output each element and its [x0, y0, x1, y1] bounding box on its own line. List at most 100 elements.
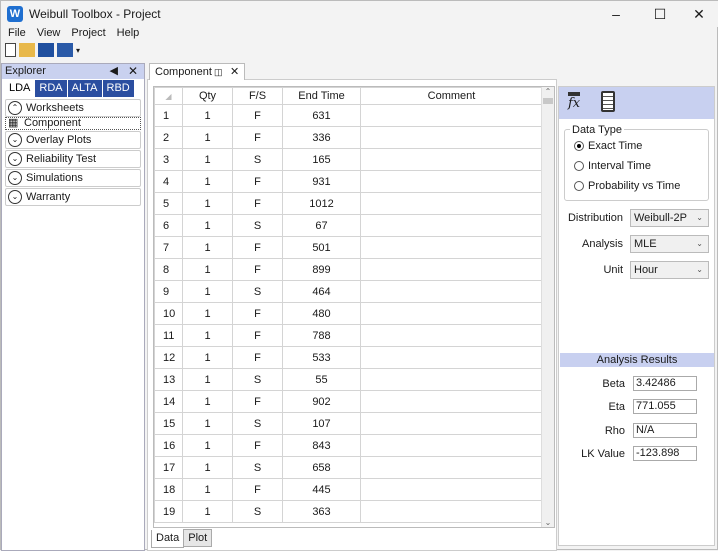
worksheet-component[interactable]: ▦ Component: [5, 117, 141, 130]
qty-cell[interactable]: 1: [182, 500, 233, 523]
qty-cell[interactable]: 1: [182, 324, 233, 347]
end-time-cell[interactable]: 788: [282, 324, 361, 347]
table-row[interactable]: 9 1 S 464: [154, 280, 543, 303]
unit-select[interactable]: Hour ⌄: [630, 261, 709, 279]
fs-cell[interactable]: F: [232, 104, 283, 127]
comment-cell[interactable]: [360, 258, 543, 281]
table-row[interactable]: 3 1 S 165: [154, 148, 543, 171]
comment-cell[interactable]: [360, 104, 543, 127]
beta-field[interactable]: 3.42486: [633, 376, 697, 391]
qty-cell[interactable]: 1: [182, 258, 233, 281]
qty-cell[interactable]: 1: [182, 412, 233, 435]
row-number[interactable]: 16: [154, 434, 183, 457]
float-icon[interactable]: ◫: [214, 64, 223, 80]
table-row[interactable]: 13 1 S 55: [154, 368, 543, 391]
qty-cell[interactable]: 1: [182, 170, 233, 193]
fs-cell[interactable]: F: [232, 302, 283, 325]
fs-cell[interactable]: S: [232, 456, 283, 479]
table-row[interactable]: 7 1 F 501: [154, 236, 543, 259]
tab-lda[interactable]: LDA: [5, 80, 35, 97]
tab-close-icon[interactable]: ✕: [230, 64, 239, 80]
qty-cell[interactable]: 1: [182, 236, 233, 259]
end-time-cell[interactable]: 1012: [282, 192, 361, 215]
end-time-cell[interactable]: 464: [282, 280, 361, 303]
tab-rda[interactable]: RDA: [35, 80, 67, 97]
comment-cell[interactable]: [360, 236, 543, 259]
radio-exact-time[interactable]: Exact Time: [574, 139, 704, 153]
menu-project[interactable]: Project: [71, 27, 105, 39]
comment-cell[interactable]: [360, 390, 543, 413]
group-worksheets[interactable]: ⌃ Worksheets: [5, 99, 141, 117]
row-number[interactable]: 19: [154, 500, 183, 523]
end-time-cell[interactable]: 658: [282, 456, 361, 479]
fs-cell[interactable]: F: [232, 236, 283, 259]
radio-probability-vs-time[interactable]: Probability vs Time: [574, 179, 704, 193]
qty-cell[interactable]: 1: [182, 148, 233, 171]
col-header-comment[interactable]: Comment: [360, 87, 543, 105]
col-header-end-time[interactable]: End Time: [282, 87, 361, 105]
row-number[interactable]: 17: [154, 456, 183, 479]
comment-cell[interactable]: [360, 148, 543, 171]
qty-cell[interactable]: 1: [182, 456, 233, 479]
row-number[interactable]: 5: [154, 192, 183, 215]
end-time-cell[interactable]: 902: [282, 390, 361, 413]
menu-file[interactable]: File: [8, 27, 26, 39]
qty-cell[interactable]: 1: [182, 214, 233, 237]
group-reliability-test[interactable]: ⌄ Reliability Test: [5, 150, 141, 168]
qty-cell[interactable]: 1: [182, 434, 233, 457]
comment-cell[interactable]: [360, 456, 543, 479]
comment-cell[interactable]: [360, 192, 543, 215]
new-icon[interactable]: [5, 43, 16, 57]
end-time-cell[interactable]: 445: [282, 478, 361, 501]
end-time-cell[interactable]: 55: [282, 368, 361, 391]
function-icon[interactable]: fx: [568, 92, 581, 111]
qty-cell[interactable]: 1: [182, 478, 233, 501]
fs-cell[interactable]: S: [232, 500, 283, 523]
comment-cell[interactable]: [360, 324, 543, 347]
fs-cell[interactable]: F: [232, 126, 283, 149]
table-row[interactable]: 11 1 F 788: [154, 324, 543, 347]
group-overlay-plots[interactable]: ⌄ Overlay Plots: [5, 131, 141, 149]
distribution-select[interactable]: Weibull-2P ⌄: [630, 209, 709, 227]
end-time-cell[interactable]: 480: [282, 302, 361, 325]
scroll-thumb[interactable]: [543, 98, 553, 104]
close-button[interactable]: ✕: [684, 5, 714, 23]
fs-cell[interactable]: S: [232, 214, 283, 237]
end-time-cell[interactable]: 107: [282, 412, 361, 435]
comment-cell[interactable]: [360, 412, 543, 435]
col-header-fs[interactable]: F/S: [232, 87, 283, 105]
rho-field[interactable]: N/A: [633, 423, 697, 438]
eta-field[interactable]: 771.055: [633, 399, 697, 414]
collapse-icon[interactable]: ◀: [110, 64, 118, 79]
calculator-icon[interactable]: [601, 91, 615, 112]
menu-view[interactable]: View: [37, 27, 61, 39]
table-row[interactable]: 4 1 F 931: [154, 170, 543, 193]
row-number[interactable]: 9: [154, 280, 183, 303]
qty-cell[interactable]: 1: [182, 280, 233, 303]
close-icon[interactable]: ✕: [128, 64, 138, 79]
comment-cell[interactable]: [360, 170, 543, 193]
table-row[interactable]: 12 1 F 533: [154, 346, 543, 369]
scroll-up-icon[interactable]: ⌃: [542, 87, 554, 96]
row-number[interactable]: 4: [154, 170, 183, 193]
table-row[interactable]: 14 1 F 902: [154, 390, 543, 413]
fs-cell[interactable]: F: [232, 258, 283, 281]
table-row[interactable]: 16 1 F 843: [154, 434, 543, 457]
comment-cell[interactable]: [360, 500, 543, 523]
group-simulations[interactable]: ⌄ Simulations: [5, 169, 141, 187]
table-row[interactable]: 1 1 F 631: [154, 104, 543, 127]
fs-cell[interactable]: F: [232, 434, 283, 457]
fs-cell[interactable]: F: [232, 192, 283, 215]
fs-cell[interactable]: F: [232, 170, 283, 193]
row-number[interactable]: 18: [154, 478, 183, 501]
vertical-scrollbar[interactable]: ⌃ ⌄: [541, 87, 554, 527]
table-row[interactable]: 2 1 F 336: [154, 126, 543, 149]
table-row[interactable]: 8 1 F 899: [154, 258, 543, 281]
fs-cell[interactable]: S: [232, 148, 283, 171]
qty-cell[interactable]: 1: [182, 192, 233, 215]
fs-cell[interactable]: F: [232, 390, 283, 413]
comment-cell[interactable]: [360, 346, 543, 369]
fs-cell[interactable]: F: [232, 478, 283, 501]
save-icon[interactable]: [38, 43, 54, 57]
fs-cell[interactable]: S: [232, 368, 283, 391]
